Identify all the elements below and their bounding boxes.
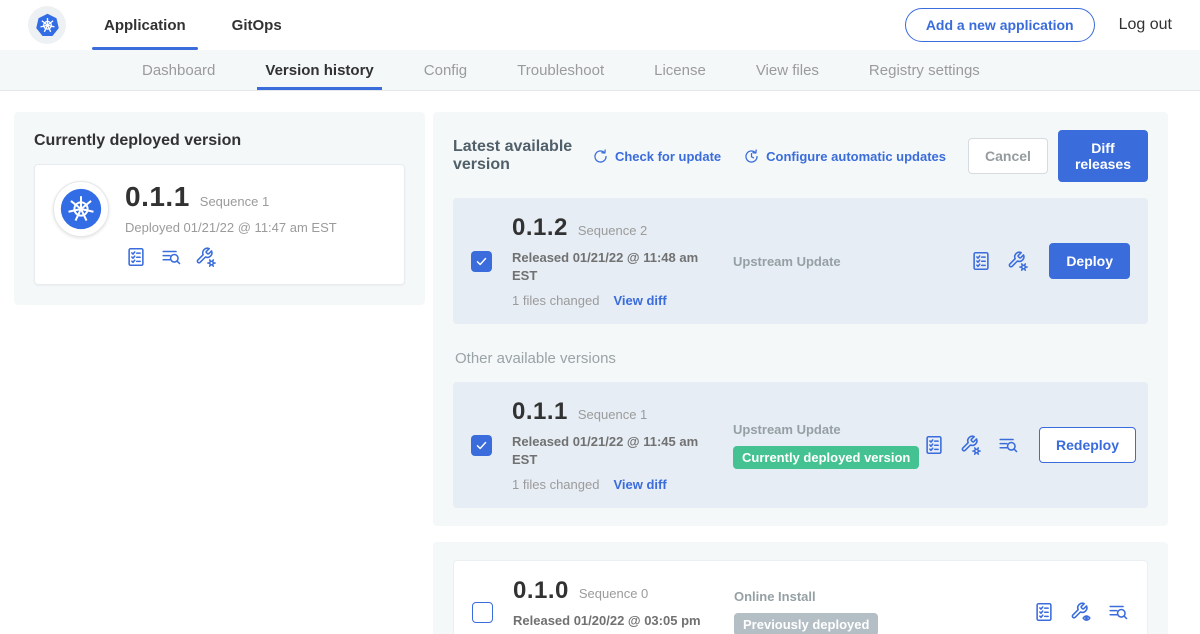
subnav-config[interactable]: Config [422, 50, 469, 90]
diff-releases-button[interactable]: Diff releases [1058, 130, 1148, 182]
version-number: 0.1.0 [513, 577, 569, 605]
subnav-license[interactable]: License [652, 50, 708, 90]
edit-config-icon[interactable] [1007, 250, 1029, 272]
check-for-update-link[interactable]: Check for update [592, 148, 721, 165]
released-timestamp: Released 01/21/22 @ 11:48 am EST [512, 249, 717, 284]
add-new-application-button[interactable]: Add a new application [905, 8, 1095, 42]
app-subnav: Dashboard Version history Config Trouble… [0, 50, 1200, 91]
cancel-button[interactable]: Cancel [968, 138, 1048, 174]
tab-gitops[interactable]: GitOps [228, 0, 286, 50]
clock-refresh-icon [743, 148, 760, 165]
currently-deployed-badge: Currently deployed version [733, 446, 919, 469]
app-logo [53, 181, 109, 237]
other-versions-label: Other available versions [455, 350, 1146, 367]
subnav-dashboard[interactable]: Dashboard [140, 50, 217, 90]
kubernetes-logo[interactable] [28, 6, 66, 44]
tab-application[interactable]: Application [100, 0, 190, 50]
preflight-checklist-icon[interactable] [1033, 601, 1055, 623]
all-versions-section: 0.1.0 Sequence 0 Released 01/20/22 @ 03:… [433, 542, 1168, 634]
version-row-0-1-0: 0.1.0 Sequence 0 Released 01/20/22 @ 03:… [453, 560, 1148, 634]
sequence-label: Sequence 0 [579, 586, 648, 601]
checkmark-icon [475, 255, 488, 268]
logout-button[interactable]: Log out [1119, 16, 1172, 34]
subnav-troubleshoot[interactable]: Troubleshoot [515, 50, 606, 90]
preflight-checklist-icon[interactable] [970, 250, 992, 272]
files-changed-label: 1 files changed [512, 477, 599, 492]
deploy-logs-icon[interactable] [997, 434, 1019, 456]
preflight-checklist-icon[interactable] [923, 434, 945, 456]
released-timestamp: Released 01/21/22 @ 11:45 am EST [512, 433, 717, 468]
edit-config-icon[interactable] [960, 434, 982, 456]
subnav-version-history[interactable]: Version history [263, 50, 375, 90]
deploy-logs-icon[interactable] [160, 246, 182, 268]
currently-deployed-panel: Currently deployed version [14, 112, 425, 305]
header-tabs: Application GitOps [100, 0, 286, 50]
kubernetes-helm-icon [59, 187, 103, 231]
version-row-0-1-2: 0.1.2 Sequence 2 Released 01/21/22 @ 11:… [453, 198, 1148, 324]
sequence-label: Sequence 1 [578, 407, 647, 422]
refresh-icon [592, 148, 609, 165]
view-diff-link[interactable]: View diff [613, 477, 666, 492]
version-number: 0.1.2 [512, 214, 568, 242]
version-source-label: Online Install [734, 589, 924, 604]
checkmark-icon [475, 439, 488, 452]
redeploy-button[interactable]: Redeploy [1039, 427, 1136, 463]
deploy-logs-icon[interactable] [1107, 601, 1129, 623]
configure-automatic-updates-link[interactable]: Configure automatic updates [743, 148, 946, 165]
view-diff-link[interactable]: View diff [613, 293, 666, 308]
deployed-sequence-label: Sequence 1 [200, 194, 269, 209]
version-checkbox[interactable] [471, 435, 492, 456]
latest-available-title: Latest available version [453, 138, 578, 174]
subnav-view-files[interactable]: View files [754, 50, 821, 90]
version-source-label: Upstream Update [733, 254, 923, 269]
preflight-checklist-icon[interactable] [125, 246, 147, 268]
version-checkbox[interactable] [472, 602, 493, 623]
deployed-version-card: 0.1.1 Sequence 1 Deployed 01/21/22 @ 11:… [34, 164, 405, 285]
deploy-button[interactable]: Deploy [1049, 243, 1130, 279]
edit-config-icon[interactable] [195, 246, 217, 268]
version-row-0-1-1: 0.1.1 Sequence 1 Released 01/21/22 @ 11:… [453, 382, 1148, 508]
top-header: Application GitOps Add a new application… [0, 0, 1200, 50]
version-source-label: Upstream Update [733, 422, 923, 437]
sequence-label: Sequence 2 [578, 223, 647, 238]
deployed-version-number: 0.1.1 [125, 181, 190, 213]
released-timestamp: Released 01/20/22 @ 03:05 pm EST [513, 612, 718, 634]
deployed-timestamp: Deployed 01/21/22 @ 11:47 am EST [125, 220, 337, 235]
view-config-icon[interactable] [1070, 601, 1092, 623]
currently-deployed-title: Currently deployed version [34, 132, 405, 150]
files-changed-label: 1 files changed [512, 293, 599, 308]
subnav-registry-settings[interactable]: Registry settings [867, 50, 982, 90]
latest-available-section: Latest available version Check for updat… [433, 112, 1168, 526]
previously-deployed-badge: Previously deployed [734, 613, 878, 634]
version-number: 0.1.1 [512, 398, 568, 426]
version-checkbox[interactable] [471, 251, 492, 272]
kubernetes-helm-icon [34, 12, 61, 39]
